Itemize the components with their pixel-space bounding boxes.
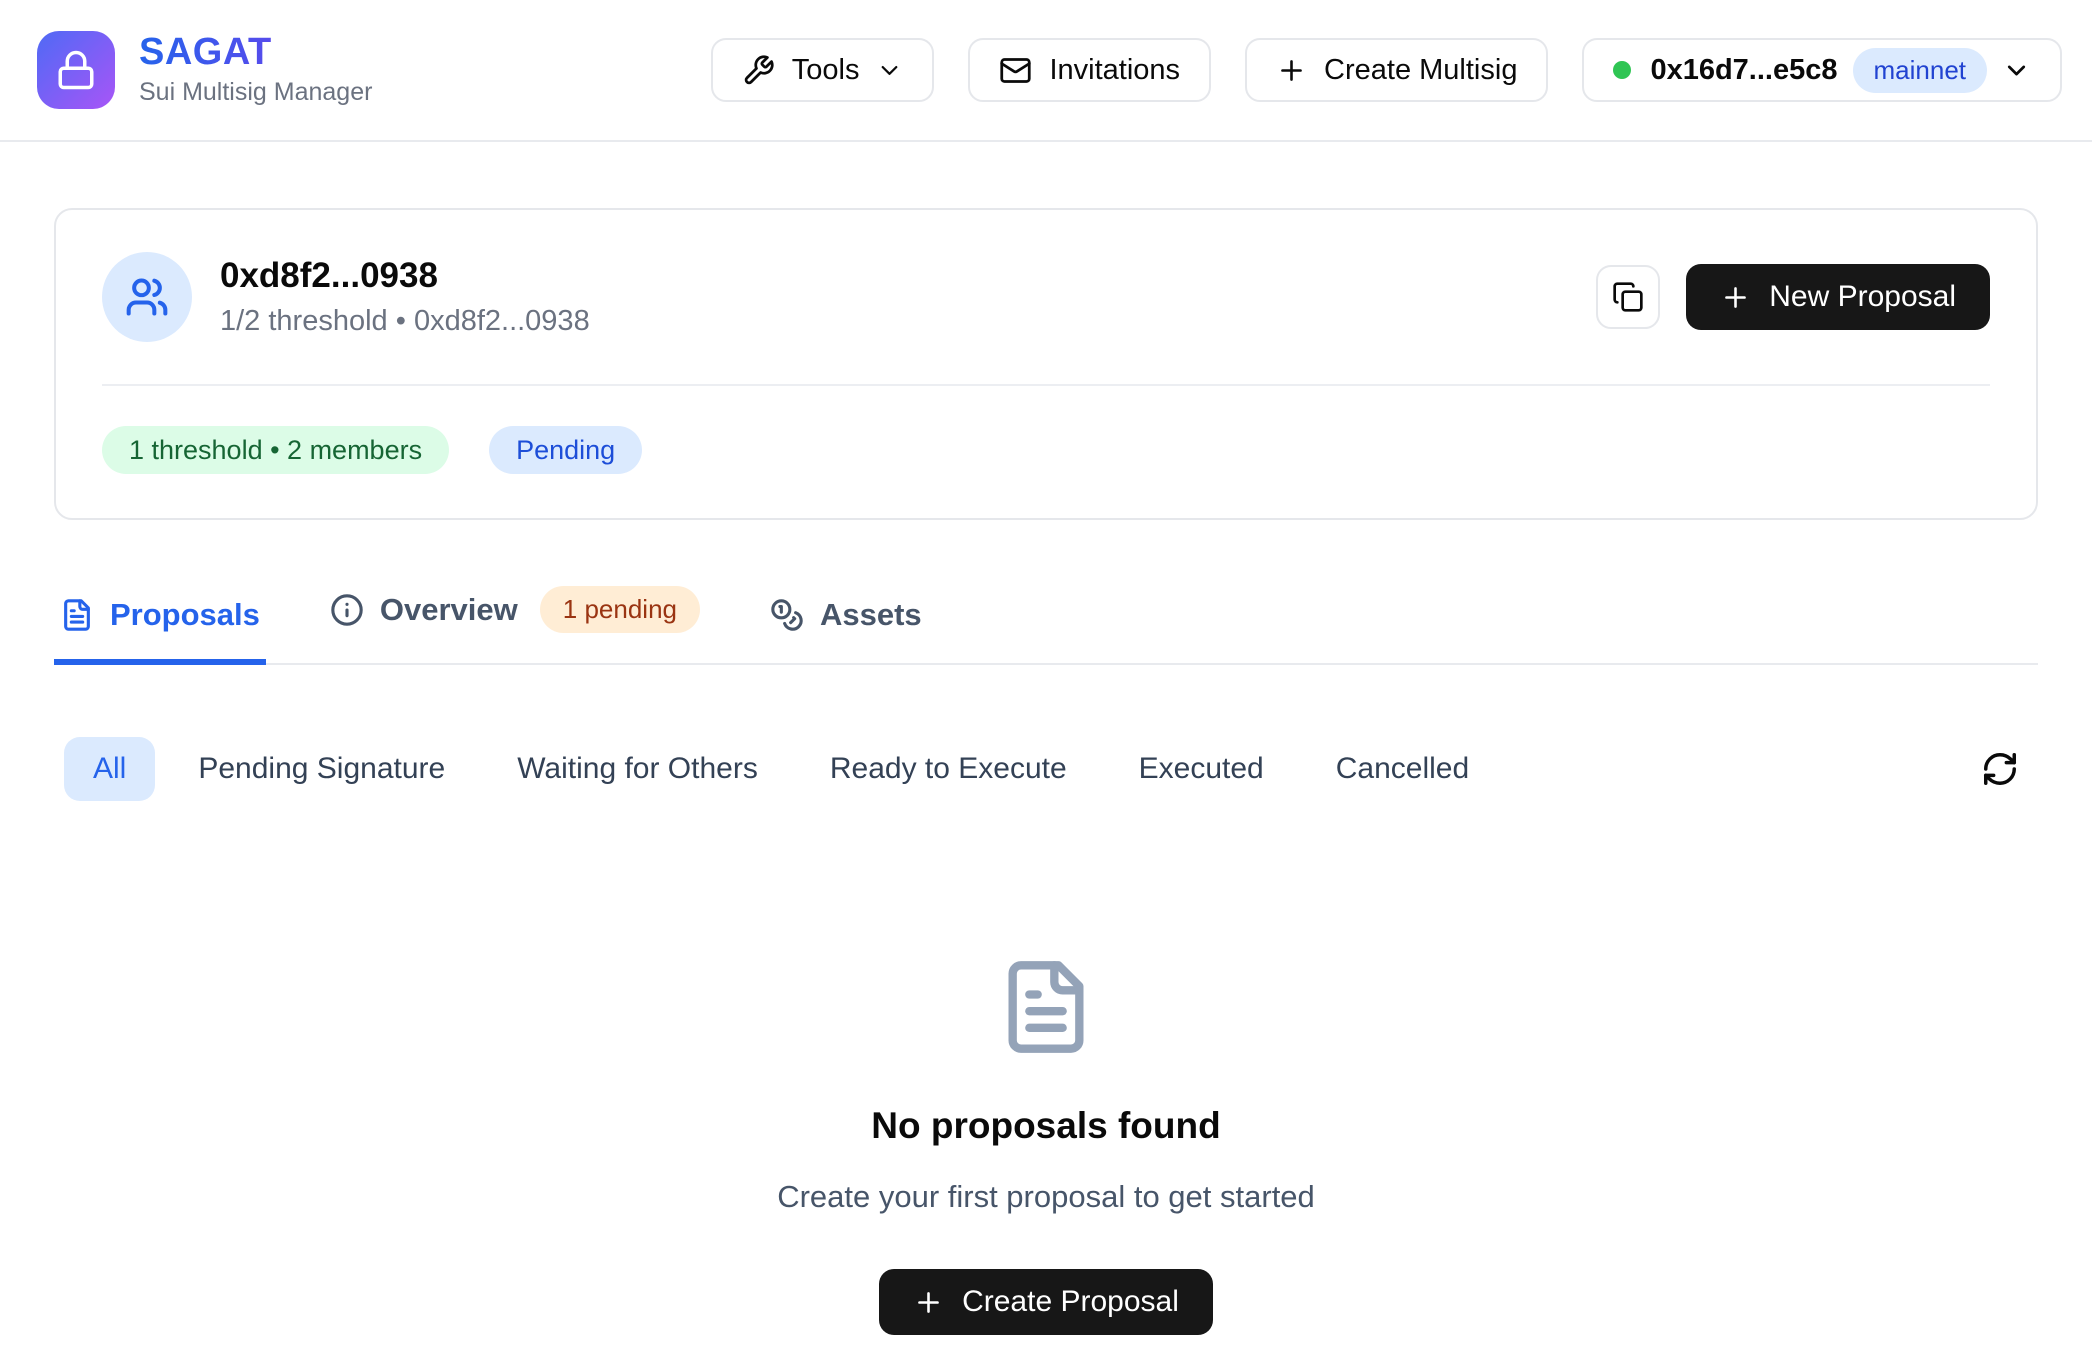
multisig-name: 0xd8f2...0938: [220, 256, 1568, 296]
tab-proposals[interactable]: Proposals: [54, 593, 266, 665]
app-logo: [37, 31, 115, 109]
tab-bar: Proposals Overview 1 pending Assets: [54, 582, 2038, 665]
multisig-actions: New Proposal: [1596, 264, 1990, 330]
filter-waiting-for-others[interactable]: Waiting for Others: [488, 737, 787, 801]
multisig-card: 0xd8f2...0938 1/2 threshold • 0xd8f2...0…: [54, 208, 2038, 520]
membership-badge: 1 threshold • 2 members: [102, 426, 449, 474]
badge-row: 1 threshold • 2 members Pending: [102, 426, 1990, 474]
lock-icon: [55, 49, 97, 91]
pending-count-badge: 1 pending: [540, 586, 700, 633]
tab-proposals-label: Proposals: [110, 597, 260, 633]
plus-icon: [913, 1287, 944, 1318]
proposal-filters: All Pending Signature Waiting for Others…: [54, 737, 2038, 801]
info-icon: [330, 593, 364, 627]
plus-icon: [1720, 282, 1751, 313]
new-proposal-label: New Proposal: [1769, 280, 1956, 314]
copy-icon: [1612, 281, 1644, 313]
tab-overview-label: Overview: [380, 592, 518, 628]
multisig-avatar: [102, 252, 192, 342]
connection-status-dot: [1613, 61, 1631, 79]
filter-all[interactable]: All: [64, 737, 155, 801]
multisig-titles: 0xd8f2...0938 1/2 threshold • 0xd8f2...0…: [220, 256, 1568, 338]
app-subtitle: Sui Multisig Manager: [139, 78, 372, 107]
users-icon: [125, 275, 169, 319]
empty-state-title: No proposals found: [871, 1105, 1220, 1147]
plus-icon: [1276, 55, 1307, 86]
filter-executed[interactable]: Executed: [1110, 737, 1293, 801]
tab-assets[interactable]: Assets: [764, 593, 928, 665]
network-badge: mainnet: [1853, 48, 1988, 93]
file-text-icon: [996, 957, 1096, 1057]
new-proposal-button[interactable]: New Proposal: [1686, 264, 1990, 330]
tools-label: Tools: [792, 54, 860, 87]
file-text-icon: [60, 598, 94, 632]
invitations-button[interactable]: Invitations: [968, 38, 1211, 102]
wallet-address: 0x16d7...e5c8: [1650, 54, 1837, 87]
coins-icon: [770, 598, 804, 632]
main-content: 0xd8f2...0938 1/2 threshold • 0xd8f2...0…: [0, 208, 2092, 1335]
refresh-button[interactable]: [1972, 741, 2028, 797]
chevron-down-icon: [876, 57, 903, 84]
filter-ready-to-execute[interactable]: Ready to Execute: [801, 737, 1096, 801]
mail-icon: [999, 54, 1032, 87]
wallet-menu-button[interactable]: 0x16d7...e5c8 mainnet: [1582, 38, 2062, 102]
invitations-label: Invitations: [1049, 54, 1180, 87]
tools-button[interactable]: Tools: [711, 38, 935, 102]
multisig-card-header: 0xd8f2...0938 1/2 threshold • 0xd8f2...0…: [102, 252, 1990, 342]
empty-state-subtitle: Create your first proposal to get starte…: [777, 1179, 1315, 1215]
create-proposal-button[interactable]: Create Proposal: [879, 1269, 1213, 1335]
card-divider: [102, 384, 1990, 386]
tab-assets-label: Assets: [820, 597, 922, 633]
chevron-down-icon: [2002, 56, 2031, 85]
tab-overview[interactable]: Overview 1 pending: [324, 582, 706, 665]
brand-text: SAGAT Sui Multisig Manager: [139, 33, 372, 108]
app-header: SAGAT Sui Multisig Manager Tools Invitat…: [0, 0, 2092, 142]
multisig-subtitle: 1/2 threshold • 0xd8f2...0938: [220, 305, 1568, 338]
filter-cancelled[interactable]: Cancelled: [1307, 737, 1498, 801]
refresh-icon: [1981, 750, 2019, 788]
status-badge: Pending: [489, 426, 642, 474]
empty-state: No proposals found Create your first pro…: [54, 957, 2038, 1335]
create-proposal-label: Create Proposal: [962, 1285, 1179, 1319]
brand: SAGAT Sui Multisig Manager: [37, 31, 372, 109]
header-actions: Tools Invitations Create Multisig 0x16d7…: [711, 38, 2062, 102]
app-title: SAGAT: [139, 33, 372, 73]
create-multisig-button[interactable]: Create Multisig: [1245, 38, 1548, 102]
copy-address-button[interactable]: [1596, 265, 1660, 329]
create-multisig-label: Create Multisig: [1324, 54, 1517, 87]
wrench-icon: [742, 54, 775, 87]
filter-pending-signature[interactable]: Pending Signature: [169, 737, 474, 801]
